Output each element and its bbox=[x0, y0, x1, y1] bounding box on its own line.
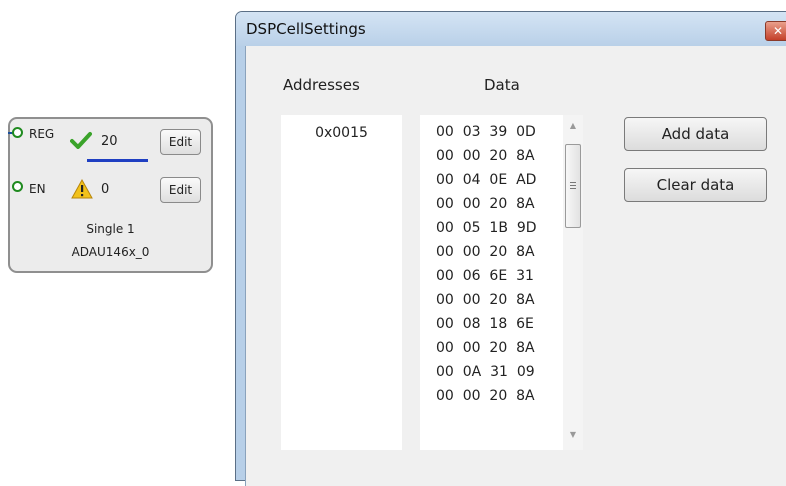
data-row[interactable]: 00 08 18 6E bbox=[436, 316, 534, 332]
data-row[interactable]: 00 05 1B 9D bbox=[436, 220, 537, 236]
scroll-down-arrow-icon[interactable]: ▼ bbox=[563, 430, 583, 444]
data-row[interactable]: 00 00 20 8A bbox=[436, 148, 535, 164]
cell-block[interactable]: REG 20 Edit EN 0 Edit Single 1 ADAU146x_… bbox=[8, 117, 213, 273]
check-icon bbox=[70, 132, 92, 149]
data-list[interactable]: 00 03 39 0D 00 00 20 8A 00 04 0E AD 00 0… bbox=[420, 115, 583, 450]
cell-name: Single 1 bbox=[86, 222, 135, 236]
data-row[interactable]: 00 06 6E 31 bbox=[436, 268, 534, 284]
close-button[interactable]: ✕ bbox=[765, 21, 786, 41]
en-pin[interactable] bbox=[12, 181, 23, 192]
addresses-header: Addresses bbox=[283, 76, 360, 94]
data-row[interactable]: 00 00 20 8A bbox=[436, 340, 535, 356]
data-row[interactable]: 00 00 20 8A bbox=[436, 244, 535, 260]
data-row[interactable]: 00 0A 31 09 bbox=[436, 364, 535, 380]
addresses-list[interactable]: 0x0015 bbox=[281, 115, 402, 450]
cell-subtitle: ADAU146x_0 bbox=[71, 245, 150, 259]
grip-line bbox=[570, 185, 576, 186]
scroll-thumb[interactable] bbox=[565, 144, 581, 228]
clear-data-button[interactable]: Clear data bbox=[624, 168, 767, 202]
data-row[interactable]: 00 00 20 8A bbox=[436, 196, 535, 212]
data-header: Data bbox=[484, 76, 520, 94]
grip-line bbox=[570, 188, 576, 189]
reg-pin-label: REG bbox=[29, 127, 55, 141]
en-value: 0 bbox=[101, 182, 110, 197]
data-row[interactable]: 00 00 20 8A bbox=[436, 388, 535, 404]
data-row[interactable]: 00 03 39 0D bbox=[436, 124, 536, 140]
grip-line bbox=[570, 182, 576, 183]
reg-pin[interactable] bbox=[12, 127, 23, 138]
data-row[interactable]: 00 04 0E AD bbox=[436, 172, 536, 188]
window-title: DSPCellSettings bbox=[246, 20, 366, 38]
title-bar[interactable]: DSPCellSettings ✕ bbox=[236, 12, 786, 46]
reg-value-indicator bbox=[87, 159, 148, 162]
close-icon: ✕ bbox=[772, 24, 784, 38]
add-data-button[interactable]: Add data bbox=[624, 117, 767, 151]
address-item[interactable]: 0x0015 bbox=[281, 125, 402, 141]
reg-edit-button[interactable]: Edit bbox=[160, 129, 201, 155]
data-row[interactable]: 00 00 20 8A bbox=[436, 292, 535, 308]
en-pin-label: EN bbox=[29, 182, 46, 196]
scroll-up-arrow-icon[interactable]: ▲ bbox=[563, 121, 583, 135]
data-scrollbar[interactable]: ▲ ▼ bbox=[563, 115, 583, 450]
dsp-cell-settings-window: DSPCellSettings ✕ Addresses Data 0x0015 … bbox=[235, 11, 786, 486]
warning-icon bbox=[71, 179, 93, 199]
reg-value: 20 bbox=[101, 134, 118, 149]
window-client-area: Addresses Data 0x0015 00 03 39 0D 00 00 … bbox=[245, 46, 786, 486]
en-edit-button[interactable]: Edit bbox=[160, 177, 201, 203]
